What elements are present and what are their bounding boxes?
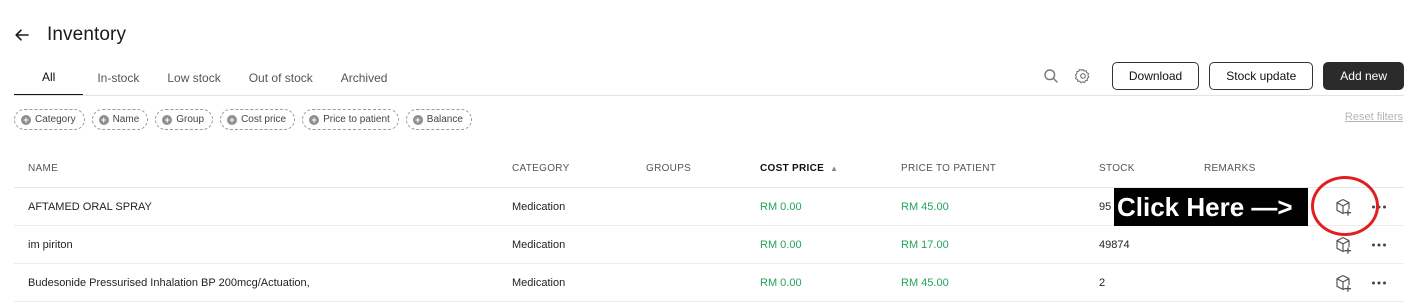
cell-category: Medication <box>512 276 566 289</box>
plus-icon: + <box>21 114 31 125</box>
tab-low-stock[interactable]: Low stock <box>153 60 234 96</box>
column-header-price-to-patient[interactable]: PRICE TO PATIENT <box>901 150 996 187</box>
cell-name: im piriton <box>28 238 73 251</box>
add-new-button[interactable]: Add new <box>1323 62 1404 90</box>
cell-stock: 95 <box>1099 200 1112 213</box>
cell-cost-price: RM 0.00 <box>760 200 802 213</box>
filter-chip-balance[interactable]: + Balance <box>405 109 472 130</box>
filter-chip-name[interactable]: + Name <box>91 109 149 130</box>
chip-label: Cost price <box>241 114 287 125</box>
column-header-name[interactable]: NAME <box>28 150 58 187</box>
package-plus-icon[interactable] <box>1333 197 1353 217</box>
cell-name: AFTAMED ORAL SPRAY <box>28 200 152 213</box>
tabs-divider <box>14 95 1404 96</box>
table-row[interactable]: im piriton Medication RM 0.00 RM 17.00 4… <box>14 226 1404 264</box>
filter-chip-cost-price[interactable]: + Cost price <box>220 109 296 130</box>
tab-archived[interactable]: Archived <box>327 60 402 96</box>
filter-chip-group[interactable]: + Group <box>155 109 214 130</box>
column-header-label: COST PRICE <box>760 163 825 174</box>
cell-category: Medication <box>512 200 566 213</box>
chip-label: Balance <box>426 114 463 125</box>
column-header-groups[interactable]: GROUPS <box>646 150 691 187</box>
sort-ascending-icon: ▲ <box>830 164 839 173</box>
package-plus-icon[interactable] <box>1333 273 1353 293</box>
toolbar: Download Stock update Add new <box>1042 62 1404 90</box>
chip-label: Category <box>35 114 76 125</box>
cell-stock: 2 <box>1099 276 1106 289</box>
filter-chips: + Category + Name + Group + Cost price + Pric… <box>14 109 479 130</box>
column-header-cost-price[interactable]: COST PRICE ▲ <box>760 150 838 187</box>
download-button[interactable]: Download <box>1111 62 1200 90</box>
filter-chip-category[interactable]: + Category <box>14 109 85 130</box>
table-row[interactable]: Budesonide Pressurised Inhalation BP 200… <box>14 264 1404 302</box>
more-horizontal-icon[interactable] <box>1370 198 1388 216</box>
column-header-stock[interactable]: STOCK <box>1099 150 1135 187</box>
cell-price-to-patient: RM 45.00 <box>901 276 949 289</box>
reset-filters-link[interactable]: Reset filters <box>1345 111 1403 123</box>
more-horizontal-icon[interactable] <box>1370 236 1388 254</box>
more-horizontal-icon[interactable] <box>1370 274 1388 292</box>
plus-icon: + <box>98 114 109 125</box>
tab-all[interactable]: All <box>14 60 84 96</box>
chip-label: Name <box>112 114 140 125</box>
cell-price-to-patient: RM 17.00 <box>901 238 949 251</box>
arrow-left-icon[interactable] <box>14 27 30 43</box>
tab-in-stock[interactable]: In-stock <box>83 60 153 96</box>
inventory-table: NAME CATEGORY GROUPS COST PRICE ▲ PRICE … <box>14 150 1404 302</box>
cell-cost-price: RM 0.00 <box>760 238 802 251</box>
column-header-remarks[interactable]: REMARKS <box>1204 150 1256 187</box>
stock-update-button[interactable]: Stock update <box>1209 62 1314 90</box>
plus-icon: + <box>309 114 320 125</box>
status-tabs: All In-stock Low stock Out of stock Arch… <box>14 60 401 96</box>
search-icon[interactable] <box>1042 67 1060 85</box>
tab-out-of-stock[interactable]: Out of stock <box>235 60 327 96</box>
chip-label: Group <box>176 114 205 125</box>
column-header-category[interactable]: CATEGORY <box>512 150 570 187</box>
cell-price-to-patient: RM 45.00 <box>901 200 949 213</box>
cell-category: Medication <box>512 238 566 251</box>
plus-icon: + <box>412 114 423 125</box>
click-here-callout: Click Here —> <box>1114 188 1308 226</box>
plus-icon: + <box>227 114 238 125</box>
gear-icon[interactable] <box>1074 67 1092 85</box>
table-header: NAME CATEGORY GROUPS COST PRICE ▲ PRICE … <box>14 150 1404 188</box>
page-title: Inventory <box>47 24 127 45</box>
package-plus-icon[interactable] <box>1333 235 1353 255</box>
chip-label: Price to patient <box>323 114 390 125</box>
plus-icon: + <box>162 114 173 125</box>
page-header: Inventory <box>14 24 126 46</box>
cell-cost-price: RM 0.00 <box>760 276 802 289</box>
filter-chip-price-to-patient[interactable]: + Price to patient <box>302 109 399 130</box>
cell-stock: 49874 <box>1099 238 1130 251</box>
cell-name: Budesonide Pressurised Inhalation BP 200… <box>28 276 310 289</box>
